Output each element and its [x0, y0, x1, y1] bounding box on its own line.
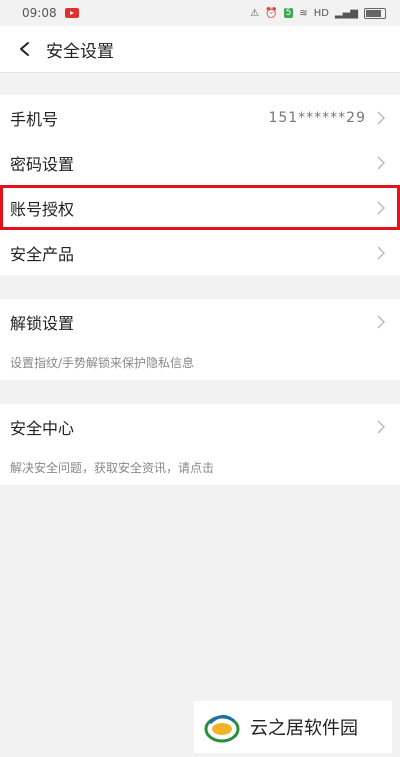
row-label: 解锁设置: [10, 313, 75, 333]
status-right: ⚠ ⏰ 5 ≋ HD ▂▄▆: [250, 7, 386, 19]
video-app-icon: [64, 8, 79, 18]
watermark-text: 云之居软件园: [250, 718, 358, 739]
status-time: 09:08: [22, 6, 57, 20]
back-button[interactable]: [10, 34, 40, 64]
green-app-icon: 5: [283, 8, 294, 18]
section-gap: [0, 380, 400, 404]
unlock-settings-group: 解锁设置 设置指纹/手势解锁来保护隐私信息: [0, 299, 400, 380]
header-bar: 安全设置: [0, 26, 400, 73]
phone-number-value: 151******29: [268, 109, 366, 126]
row-phone-number[interactable]: 手机号 151******29: [0, 95, 400, 140]
network-type-label: HD: [313, 7, 329, 19]
row-label: 手机号: [10, 109, 59, 129]
status-left: 09:08: [22, 6, 79, 20]
signal-icon: ▂▄▆: [334, 7, 358, 19]
chevron-right-icon: [376, 155, 386, 170]
account-settings-group: 手机号 151******29 密码设置 账号授权 安全产品: [0, 95, 400, 275]
alarm-icon: ⏰: [265, 7, 278, 19]
row-security-center[interactable]: 安全中心: [0, 404, 400, 449]
row-label: 安全中心: [10, 418, 75, 438]
battery-icon: [364, 7, 386, 19]
security-center-group: 安全中心 解决安全问题，获取安全资讯，请点击: [0, 404, 400, 485]
section-gap: [0, 73, 400, 95]
vibrate-icon: ⚠: [250, 7, 260, 19]
row-label: 密码设置: [10, 154, 75, 174]
unlock-settings-hint: 设置指纹/手势解锁来保护隐私信息: [10, 355, 195, 370]
chevron-left-icon: [20, 42, 29, 56]
page-title: 安全设置: [46, 41, 114, 62]
security-center-hint: 解决安全问题，获取安全资讯，请点击: [10, 460, 215, 475]
chevron-right-icon: [376, 110, 386, 125]
chevron-right-icon: [376, 419, 386, 434]
chevron-right-icon: [376, 200, 386, 215]
row-security-products[interactable]: 安全产品: [0, 230, 400, 275]
wifi-icon: ≋: [299, 7, 308, 19]
watermark-logo-icon: [202, 707, 242, 747]
chevron-right-icon: [376, 245, 386, 260]
row-unlock-settings[interactable]: 解锁设置: [0, 299, 400, 344]
row-account-authorization[interactable]: 账号授权: [0, 185, 400, 230]
row-label: 账号授权: [10, 199, 75, 219]
status-bar: 09:08 ⚠ ⏰ 5 ≋ HD ▂▄▆: [0, 0, 400, 26]
page: 09:08 ⚠ ⏰ 5 ≋ HD ▂▄▆ 安全设置 手机号 151******2…: [0, 0, 400, 757]
chevron-right-icon: [376, 314, 386, 329]
row-label: 安全产品: [10, 244, 75, 264]
row-password-settings[interactable]: 密码设置: [0, 140, 400, 185]
site-watermark: 云之居软件园: [194, 701, 392, 753]
section-gap: [0, 275, 400, 299]
